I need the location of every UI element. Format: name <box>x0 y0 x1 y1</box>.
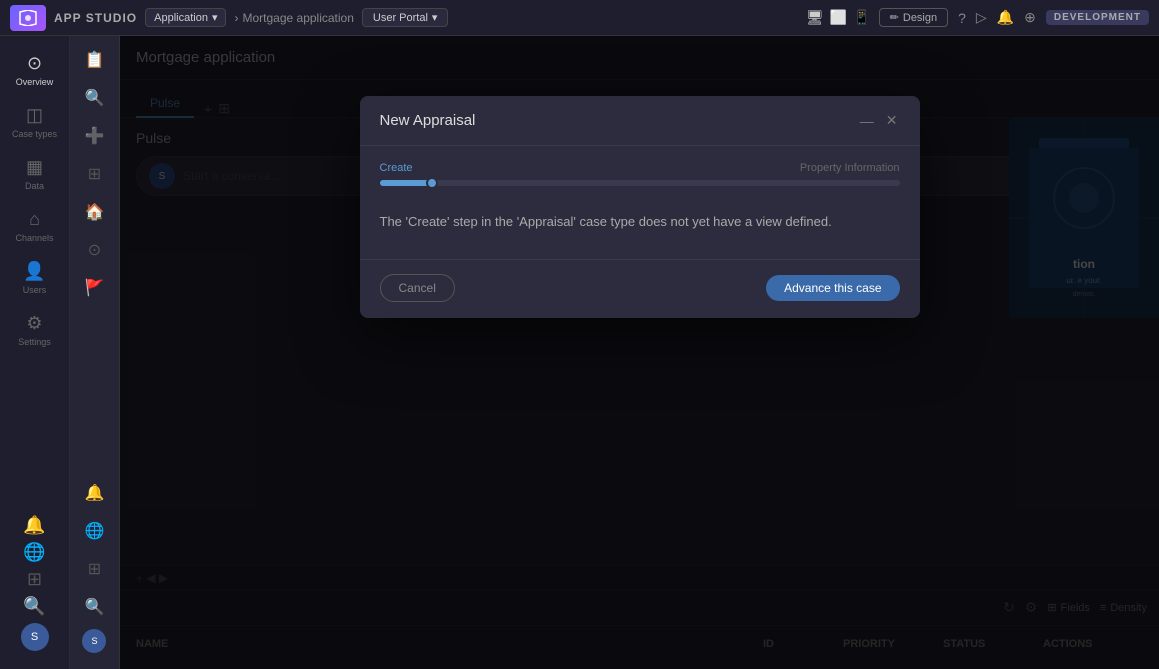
modal-header: New Appraisal — ✕ <box>360 96 920 146</box>
step-property-info-label: Property Information <box>800 162 900 174</box>
chevron-down-icon: ▾ <box>212 11 218 24</box>
tablet-icon[interactable]: ⬜ <box>830 9 847 26</box>
app-studio-label: APP STUDIO <box>54 11 137 25</box>
globe-icon[interactable]: 🌐 <box>23 542 45 563</box>
sidebar-bottom: 🔔 🌐 ⊞ 🔍 S <box>21 515 49 659</box>
notification-icon[interactable]: 🔔 <box>997 9 1014 26</box>
topbar-right: ✏ Design ? ▷ 🔔 ⊕ DEVELOPMENT <box>879 8 1149 27</box>
search-icon[interactable]: 🔍 <box>23 596 45 617</box>
desktop-icon[interactable]: 🖥 <box>806 9 824 26</box>
ss-preview-icon[interactable]: 📋 <box>79 44 111 76</box>
user-portal-dropdown[interactable]: User Portal ▾ <box>362 8 449 27</box>
step-create-label: Create <box>380 162 413 174</box>
ss-home-icon[interactable]: 🏠 <box>79 196 111 228</box>
left-sidebar: ⊙ Overview ◫ Case types ▦ Data ⌂ Channel… <box>0 36 70 669</box>
users-icon: 👤 <box>23 261 45 282</box>
device-icons: 🖥 ⬜ 📱 <box>806 9 871 26</box>
breadcrumb: › Mortgage application <box>234 11 353 25</box>
help-icon[interactable]: ? <box>958 10 966 26</box>
sidebar-item-settings[interactable]: ⚙ Settings <box>7 306 63 354</box>
ss-search2-icon[interactable]: 🔍 <box>79 591 111 623</box>
ss-search-icon[interactable]: 🔍 <box>79 82 111 114</box>
grid-icon[interactable]: ⊞ <box>27 569 42 590</box>
design-icon: ✏ <box>890 11 899 24</box>
modal-message: The 'Create' step in the 'Appraisal' cas… <box>380 212 900 233</box>
sidebar-item-overview[interactable]: ⊙ Overview <box>7 46 63 94</box>
main-layout: ⊙ Overview ◫ Case types ▦ Data ⌂ Channel… <box>0 36 1159 669</box>
ss-add-icon[interactable]: ➕ <box>79 120 111 152</box>
modal-overlay: New Appraisal — ✕ Create Property Inform… <box>120 36 1159 669</box>
topbar: APP STUDIO Application ▾ › Mortgage appl… <box>0 0 1159 36</box>
sidebar-item-channels[interactable]: ⌂ Channels <box>7 202 63 250</box>
settings-icon: ⚙ <box>26 313 42 334</box>
preview-icon[interactable]: ▷ <box>976 9 987 26</box>
progress-dot <box>426 177 438 189</box>
second-sidebar: 📋 🔍 ➕ ⊞ 🏠 ⊙ 🚩 🔔 🌐 ⊞ 🔍 S <box>70 36 120 669</box>
casetypes-icon: ◫ <box>26 105 43 126</box>
ss-flag-icon[interactable]: 🚩 <box>79 272 111 304</box>
channels-icon: ⌂ <box>29 209 40 230</box>
sidebar-item-data[interactable]: ▦ Data <box>7 150 63 198</box>
ss-globe-icon[interactable]: 🌐 <box>79 515 111 547</box>
modal-minimize-button[interactable]: — <box>858 110 876 131</box>
progress-track <box>380 180 900 186</box>
ss-circle-icon[interactable]: ⊙ <box>82 234 107 266</box>
user-avatar[interactable]: S <box>21 623 49 651</box>
app-logo <box>10 5 46 31</box>
modal-header-buttons: — ✕ <box>858 110 900 131</box>
breadcrumb-sep: › <box>234 11 238 25</box>
ss-user-avatar[interactable]: S <box>82 629 106 653</box>
data-icon: ▦ <box>26 157 43 178</box>
sidebar-item-users[interactable]: 👤 Users <box>7 254 63 302</box>
modal-title: New Appraisal <box>380 112 476 129</box>
content-area: Mortgage application Pulse + ⊞ Pulse S S… <box>120 36 1159 669</box>
ss-bell-icon[interactable]: 🔔 <box>79 477 111 509</box>
modal-close-button[interactable]: ✕ <box>884 110 900 131</box>
ss-grid-icon[interactable]: ⊞ <box>82 158 107 190</box>
notification-icon[interactable]: 🔔 <box>23 515 45 536</box>
cancel-button[interactable]: Cancel <box>380 274 455 302</box>
design-button[interactable]: ✏ Design <box>879 8 948 27</box>
modal-body: The 'Create' step in the 'Appraisal' cas… <box>360 192 920 259</box>
new-appraisal-modal: New Appraisal — ✕ Create Property Inform… <box>360 96 920 318</box>
ss-apps-icon[interactable]: ⊞ <box>82 553 107 585</box>
sidebar-item-casetypes[interactable]: ◫ Case types <box>7 98 63 146</box>
add-icon[interactable]: ⊕ <box>1024 9 1036 26</box>
ss-bottom: 🔔 🌐 ⊞ 🔍 S <box>79 477 111 661</box>
modal-footer: Cancel Advance this case <box>360 259 920 318</box>
breadcrumb-current: Mortgage application <box>242 11 353 25</box>
overview-icon: ⊙ <box>27 53 42 74</box>
modal-progress: Create Property Information <box>360 146 920 186</box>
mobile-icon[interactable]: 📱 <box>853 9 870 26</box>
chevron-down-icon: ▾ <box>432 11 438 24</box>
advance-case-button[interactable]: Advance this case <box>766 275 899 301</box>
application-dropdown[interactable]: Application ▾ <box>145 8 226 27</box>
dev-badge: DEVELOPMENT <box>1046 10 1149 25</box>
progress-fill <box>380 180 432 186</box>
